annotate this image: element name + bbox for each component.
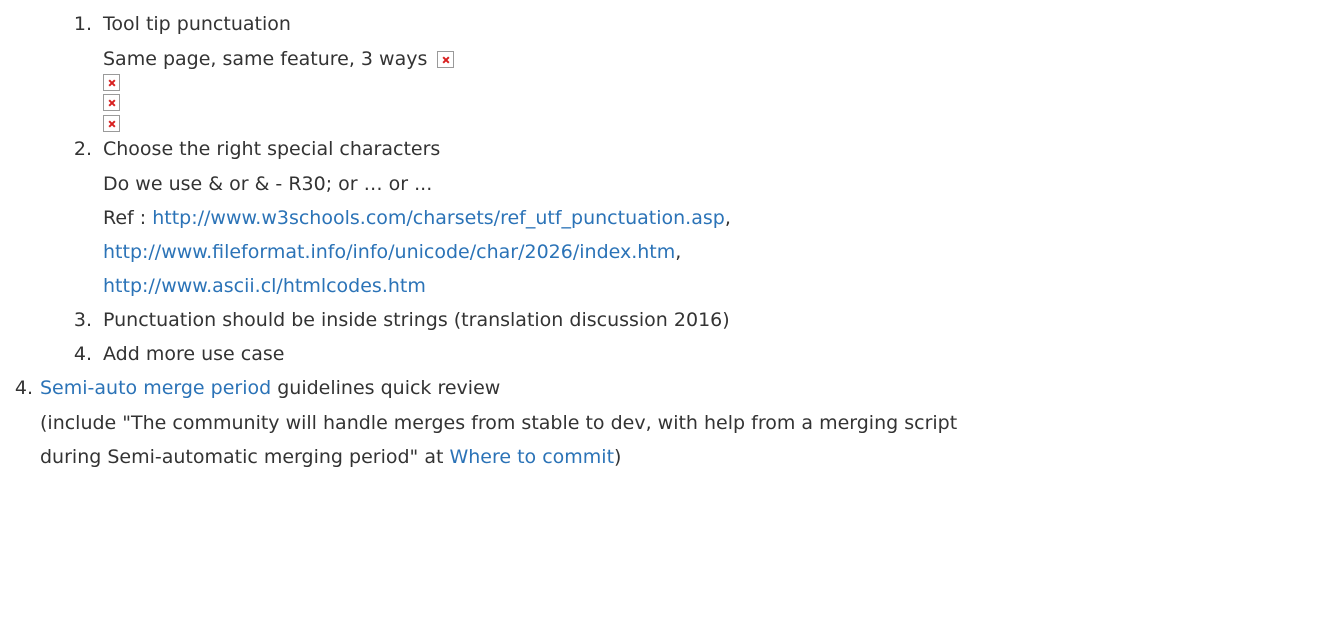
- inner-item-2-ref-line-1: Ref : http://www.w3schools.com/charsets/…: [103, 206, 731, 230]
- ref-separator: ,: [724, 207, 731, 229]
- broken-image-icon: [437, 51, 455, 68]
- broken-image-icon: [103, 94, 120, 111]
- inner-item-2-ref-line-2: http://www.fileformat.info/info/unicode/…: [103, 240, 681, 264]
- inner-item-4-number: 4.: [73, 343, 92, 365]
- semi-auto-merge-period-link[interactable]: Semi-auto merge period: [40, 377, 271, 399]
- where-to-commit-link[interactable]: Where to commit: [449, 446, 614, 468]
- inner-item-2-ref-line-3: http://www.ascii.cl/htmlcodes.htm: [103, 274, 426, 298]
- ref-link-fileformat[interactable]: http://www.fileformat.info/info/unicode/…: [103, 241, 675, 263]
- inner-item-2-title: Choose the right special characters: [103, 138, 441, 160]
- outer-item-4-title-text: guidelines quick review: [271, 377, 501, 399]
- inner-item-3-title: Punctuation should be inside strings (tr…: [103, 309, 730, 331]
- outer-item-4-title: Semi-auto merge period guidelines quick …: [40, 376, 500, 400]
- inner-item-4-title: Add more use case: [103, 343, 285, 365]
- broken-image-icon: [103, 74, 120, 91]
- ref-separator: ,: [675, 241, 682, 263]
- note-line-2-suffix: ): [614, 446, 622, 468]
- outer-item-4-number: 4.: [14, 377, 33, 399]
- ref-label: Ref :: [103, 207, 153, 229]
- inner-item-1-subtitle: Same page, same feature, 3 ways: [103, 48, 428, 70]
- outer-item-4-note-line-2: during Semi-automatic merging period" at…: [40, 445, 621, 469]
- inner-item-3-number: 3.: [73, 309, 92, 331]
- inner-item-1-number: 1.: [73, 13, 92, 35]
- inner-item-2-question: Do we use & or & - R30; or … or ...: [103, 173, 433, 195]
- broken-image-icon: [103, 115, 120, 132]
- outer-item-4-note-line-1: (include "The community will handle merg…: [40, 412, 958, 434]
- inner-item-1-title: Tool tip punctuation: [103, 13, 291, 35]
- ref-link-ascii[interactable]: http://www.ascii.cl/htmlcodes.htm: [103, 275, 426, 297]
- note-line-2-prefix: during Semi-automatic merging period" at: [40, 446, 450, 468]
- inner-item-1-subtitle-line: Same page, same feature, 3 ways: [103, 47, 455, 71]
- ref-link-w3schools[interactable]: http://www.w3schools.com/charsets/ref_ut…: [152, 207, 725, 229]
- inner-item-2-number: 2.: [73, 138, 92, 160]
